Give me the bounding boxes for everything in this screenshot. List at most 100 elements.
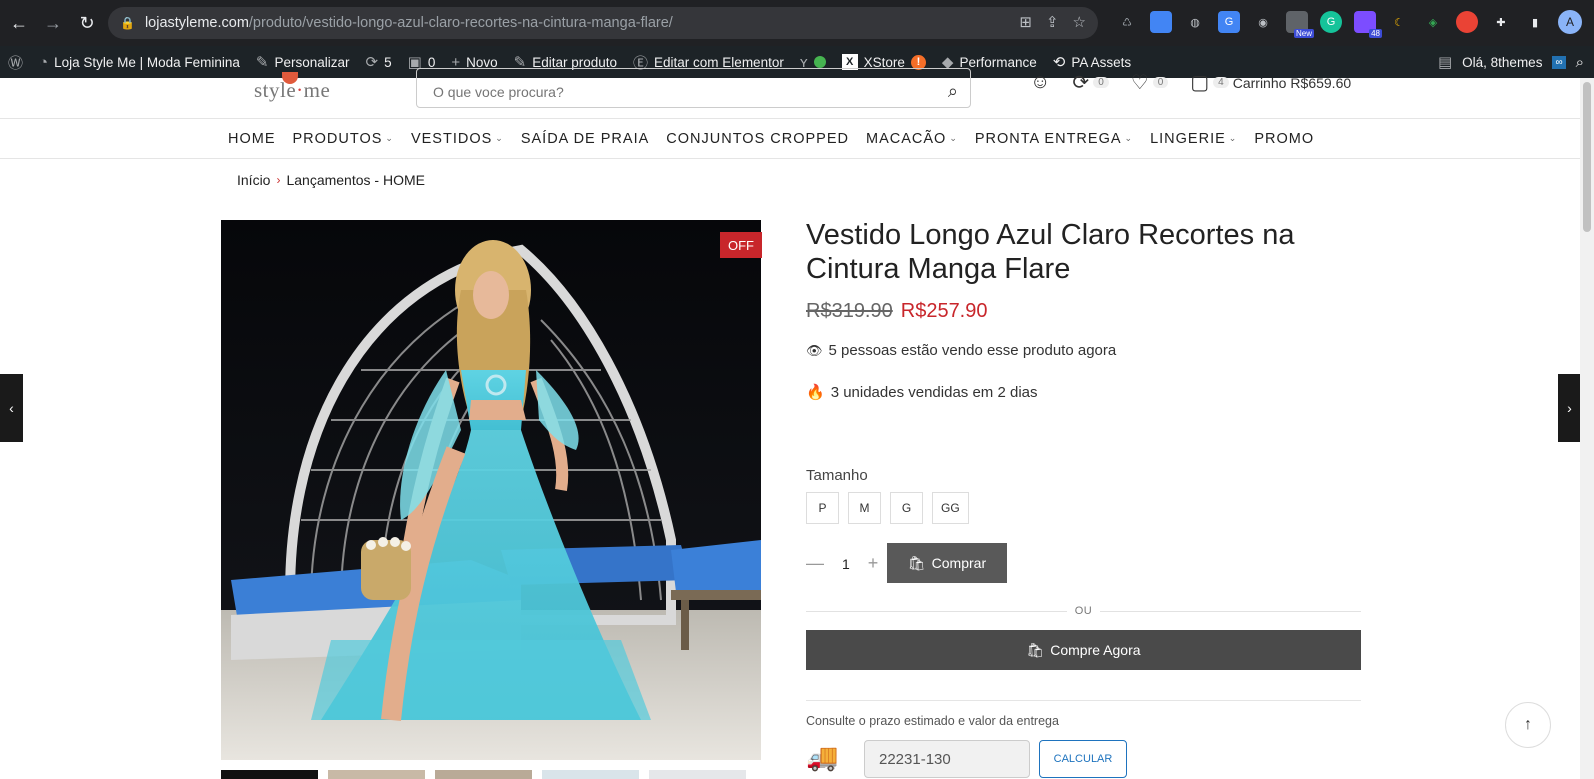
menu-label: PRONTA ENTREGA	[974, 130, 1122, 147]
reload-icon[interactable]: ↻	[72, 8, 102, 38]
compare-button[interactable]: ⟳ 0	[1072, 70, 1109, 95]
menu-item-saida-de-praia[interactable]: SAÍDA DE PRAIA	[521, 131, 649, 147]
or-label: OU	[1074, 605, 1093, 617]
menu-item-vestidos[interactable]: VESTIDOS ⌄	[411, 131, 504, 147]
breadcrumb: Início › Lançamentos - HOME	[237, 172, 425, 188]
cart-count: 4	[1213, 77, 1229, 88]
menu-item-lingerie[interactable]: LINGERIE ⌄	[1150, 131, 1237, 147]
size-option-g[interactable]: G	[890, 492, 923, 524]
puzzle-icon[interactable]: ✚	[1490, 11, 1512, 33]
wishlist-button[interactable]: ♡ 0	[1131, 70, 1169, 95]
size-option-gg[interactable]: GG	[932, 492, 969, 524]
recycle-ext-icon[interactable]: ♺	[1116, 11, 1138, 33]
thumbnail[interactable]	[328, 770, 425, 779]
plus-icon[interactable]: +	[868, 553, 879, 574]
add-to-cart-label: Comprar	[931, 555, 987, 571]
chevron-down-icon: ⌄	[1228, 133, 1238, 143]
brush-icon: ✎	[255, 54, 269, 71]
search-icon[interactable]: ⌕	[948, 81, 958, 102]
greeting-label[interactable]: Olá, 8themes	[1462, 55, 1542, 70]
notes-icon[interactable]: ▤	[1438, 53, 1452, 71]
seo-status-icon	[813, 56, 826, 68]
buy-now-button[interactable]: 🛍 Compre Agora	[806, 630, 1361, 670]
size-option-p[interactable]: P	[806, 492, 839, 524]
admin-search-icon[interactable]: ⌕	[1576, 54, 1584, 71]
chrome-ext-icon[interactable]	[1456, 11, 1478, 33]
size-label: Tamanho	[806, 467, 868, 484]
account-icon[interactable]: ☺	[1030, 71, 1050, 94]
calculate-shipping-button[interactable]: CALCULAR	[1039, 740, 1127, 778]
globe-ext-icon[interactable]: ◍	[1184, 11, 1206, 33]
menu-item-macacao[interactable]: MACACÃO ⌄	[866, 131, 958, 147]
menu-item-promo[interactable]: PROMO	[1254, 131, 1314, 147]
cep-input[interactable]	[864, 740, 1030, 778]
translate-icon[interactable]: ⊞	[1019, 13, 1032, 31]
bag-icon: 🛍	[907, 554, 926, 571]
eye-icon: 👁	[806, 342, 823, 358]
customize-item[interactable]: ✎ Personalizar	[248, 46, 358, 78]
address-bar[interactable]: 🔒 lojastyleme.com /produto/vestido-longo…	[108, 7, 1098, 39]
breadcrumb-home-link[interactable]: Início	[237, 172, 270, 188]
menu-item-home[interactable]: HOME	[228, 131, 276, 147]
user-avatar-icon[interactable]: ∞	[1552, 55, 1566, 69]
sidepanel-icon[interactable]: ▮	[1524, 11, 1546, 33]
scrollbar-thumb[interactable]	[1583, 82, 1591, 232]
share-icon[interactable]: ⇪	[1046, 13, 1059, 31]
size-swatches: P M G GG	[806, 492, 969, 524]
thumbnail[interactable]	[435, 770, 532, 779]
logo-text-me: me	[303, 78, 331, 102]
color-ext-icon[interactable]: ◈	[1422, 11, 1444, 33]
cart-button[interactable]: ▢ 4 Carrinho R$659.60	[1190, 70, 1351, 95]
quantity-value[interactable]: 1	[842, 556, 850, 572]
updates-icon: ⟳	[365, 54, 379, 71]
thumbnail[interactable]	[221, 770, 318, 779]
thumbnail[interactable]	[542, 770, 639, 779]
bag-icon: ▢	[1190, 72, 1210, 94]
site-logo[interactable]: style·me	[254, 78, 330, 103]
logo-text-style: style	[254, 78, 297, 102]
search-box: ⌕	[416, 68, 971, 108]
prev-product-arrow-icon[interactable]: ‹	[0, 374, 23, 442]
breadcrumb-current-link[interactable]: Lançamentos - HOME	[286, 172, 425, 188]
wp-logo-item[interactable]: Ⓦ	[0, 46, 31, 78]
menu-label: PROMO	[1254, 130, 1315, 147]
compare-count: 0	[1093, 77, 1109, 88]
grammarly-ext-icon[interactable]: G	[1320, 11, 1342, 33]
thumbnail[interactable]	[649, 770, 746, 779]
compare-icon: ⟳	[1072, 72, 1090, 94]
search-input[interactable]	[433, 76, 954, 100]
moon-ext-icon[interactable]: ☾	[1388, 11, 1410, 33]
site-name-item[interactable]: ◔ Loja Style Me | Moda Feminina	[31, 46, 248, 78]
sale-price: R$257.90	[900, 300, 988, 322]
back-icon[interactable]: ←	[4, 8, 34, 38]
profile-avatar[interactable]: A	[1558, 10, 1582, 34]
dashboard-icon: ◔	[39, 53, 49, 71]
sales-counter: 🔥 3 unidades vendidas em 2 dias	[806, 383, 1038, 402]
camera-ext-icon[interactable]: ◉	[1252, 11, 1274, 33]
forward-icon[interactable]: →	[38, 8, 68, 38]
price-block: R$319.90 R$257.90	[806, 300, 988, 323]
google-translate-ext-icon[interactable]: G	[1218, 11, 1240, 33]
star-icon[interactable]: ☆	[1073, 13, 1086, 31]
browser-toolbar: ← → ↻ 🔒 lojastyleme.com /produto/vestido…	[0, 0, 1594, 46]
menu-item-conjuntos-cropped[interactable]: CONJUNTOS CROPPED	[666, 131, 849, 147]
menu-item-produtos[interactable]: PRODUTOS ⌄	[293, 131, 394, 147]
news-ext-icon[interactable]: New	[1286, 11, 1314, 38]
menu-label: HOME	[228, 130, 276, 147]
fire-icon: 🔥	[806, 384, 825, 401]
menu-item-pronta-entrega[interactable]: PRONTA ENTREGA ⌄	[975, 131, 1133, 147]
size-option-m[interactable]: M	[848, 492, 881, 524]
buy-now-label: Compre Agora	[1050, 642, 1141, 658]
product-photo-illustration	[221, 220, 761, 760]
next-product-arrow-icon[interactable]: ›	[1558, 374, 1581, 442]
refresh-icon: ⟲	[1052, 54, 1066, 71]
product-image[interactable]	[221, 220, 761, 760]
hat-ext-icon[interactable]: 48	[1354, 11, 1382, 38]
back-to-top-icon[interactable]: ↑	[1505, 702, 1551, 748]
docs-ext-icon[interactable]	[1150, 11, 1172, 33]
performance-label: Performance	[959, 54, 1037, 70]
updates-item[interactable]: ⟳ 5	[358, 46, 400, 78]
viewers-text: 5 pessoas estão vendo esse produto agora	[828, 342, 1117, 359]
add-to-cart-button[interactable]: 🛍 Comprar	[887, 543, 1007, 583]
minus-icon[interactable]: —	[806, 553, 824, 574]
